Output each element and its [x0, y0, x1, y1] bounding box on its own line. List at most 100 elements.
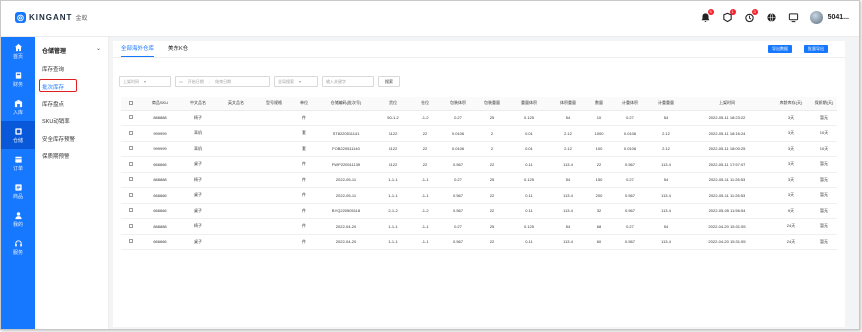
time-type-select[interactable]: 上架时间 ▾ [119, 76, 171, 87]
table-cell: 0.11 [509, 187, 549, 204]
submenu-item-stock-count[interactable]: 库存盘点 [42, 100, 64, 108]
table-cell [217, 156, 255, 173]
main-nav-rail: 首页 财务 入库 仓储 订单 商品 我的 服务 [1, 37, 35, 329]
globe-icon[interactable] [766, 12, 777, 23]
message-icon[interactable]: 1 [722, 9, 736, 23]
nav-user[interactable]: 我的 [1, 205, 35, 233]
tab-all-warehouses[interactable]: 全部海外仓库 [121, 41, 155, 57]
table-row[interactable]: 666666 桌子件 FWP220511139 1122 22 0.567 22 0.11 11… [121, 156, 837, 173]
export-data-button[interactable]: 导出数据 [768, 45, 792, 53]
batch-export-button[interactable]: 批量导出 [804, 45, 828, 53]
row-checkbox[interactable] [121, 110, 141, 126]
task-icon[interactable]: 3 [744, 9, 758, 23]
date-range-picker[interactable]: ▭ 开始日期 - 结束日期 [175, 76, 270, 87]
chevron-down-icon: ▾ [299, 79, 302, 84]
headset-icon [14, 239, 22, 246]
submenu-item-shelf-life[interactable]: 保质期预警 [42, 152, 70, 160]
select-all-checkbox[interactable] [121, 97, 141, 111]
row-checkbox[interactable] [121, 156, 141, 173]
table-cell [255, 172, 293, 188]
table-cell [315, 110, 377, 126]
table-cell: 3天 [771, 156, 811, 173]
row-checkbox[interactable] [121, 187, 141, 204]
nav-service-label: 服务 [12, 249, 23, 256]
table-row[interactable]: 666666 桌子件 2022-04-20 1-1-1 -1-1 0.567 22 0.11 1… [121, 234, 837, 250]
table-cell: 54 [649, 218, 683, 235]
table-cell: 2 [475, 141, 509, 157]
column-header: 单位 [293, 97, 315, 111]
table-header-row: 商品SKU 中文品名 英文品名 型号规格 单位 仓储编码(批次号) 货位 仓位 … [121, 97, 837, 111]
table-cell: 2022-04-20 15:31:55 [683, 234, 771, 250]
search-scope-select[interactable]: 全局搜索 ▾ [274, 76, 318, 87]
row-checkbox[interactable] [121, 218, 141, 235]
table-cell: 1122 [377, 156, 409, 173]
table-cell [217, 110, 255, 126]
monitor-icon[interactable] [788, 12, 799, 23]
bell-icon[interactable]: 5 [700, 9, 714, 23]
nav-home[interactable]: 首页 [1, 37, 35, 65]
tabs-divider [113, 57, 845, 58]
submenu-item-safety-stock[interactable]: 安全库存预警 [42, 135, 75, 143]
column-header: 包装体积 [441, 97, 475, 111]
search-input[interactable]: 输入关键字 [322, 76, 374, 87]
avatar[interactable] [809, 11, 823, 24]
submenu-title[interactable]: 仓储管理 [42, 46, 66, 55]
table-cell: BYQ220505118 [315, 203, 377, 219]
table-row[interactable]: 666666 桌子件 2022-05-11 1-1-1 -1-1 0.567 22 0.11 1… [121, 187, 837, 204]
table-row[interactable]: 888888 椅子件 2022-04-20 1-1-1 -1-1 0.27 25 0.125 5… [121, 218, 837, 235]
table-row[interactable]: 999999 耳机套 FOB220511140 1122 22 0.0106 2 0.01 2.… [121, 141, 837, 157]
table-cell: 桌子 [179, 203, 217, 219]
submenu-item-sku-sell-through[interactable]: SKU动销率 [42, 117, 70, 125]
table-cell: 3天 [771, 187, 811, 204]
nav-inbound[interactable]: 入库 [1, 93, 35, 121]
table-cell: 10 [587, 110, 611, 126]
batch-stock-table: 商品SKU 中文品名 英文品名 型号规格 单位 仓储编码(批次号) 货位 仓位 … [121, 97, 837, 250]
chevron-down-icon[interactable]: ⌄ [96, 45, 101, 52]
row-checkbox[interactable] [121, 203, 141, 219]
table-cell: 0.567 [611, 234, 649, 250]
table-cell [255, 125, 293, 142]
table-cell: 椅子 [179, 110, 217, 126]
nav-finance[interactable]: 财务 [1, 65, 35, 93]
search-button[interactable]: 搜索 [378, 76, 400, 87]
table-cell: 25 [475, 218, 509, 235]
table-cell: 0.0106 [611, 141, 649, 157]
row-checkbox[interactable] [121, 125, 141, 142]
table-cell: 2022-05-11 18:00:25 [683, 141, 771, 157]
row-checkbox[interactable] [121, 234, 141, 250]
column-header: 商品SKU [141, 97, 179, 111]
username[interactable]: 5041... [828, 14, 849, 21]
table-row[interactable]: 666666 桌子件 BYQ220505118 2-1-2 -1-2 0.567 22 0.1… [121, 203, 837, 219]
table-cell [217, 172, 255, 188]
search-placeholder: 输入关键字 [326, 78, 346, 84]
table-cell: 113.4 [649, 203, 683, 219]
table-cell: 3天 [771, 125, 811, 142]
row-checkbox[interactable] [121, 141, 141, 157]
nav-warehouse[interactable]: 仓储 [1, 121, 35, 149]
table-cell: 1-1-1 [377, 187, 409, 204]
table-cell: FWP220511139 [315, 156, 377, 173]
table-cell: 暂无 [811, 156, 837, 173]
submenu-item-batch-stock[interactable]: 批次库存 [42, 83, 64, 91]
table-row[interactable]: 888888 椅子件 2022-05-11 1-1-1 -1-1 0.27 25 0.125 5… [121, 172, 837, 188]
home-icon [14, 43, 22, 51]
table-cell: 0.11 [509, 203, 549, 219]
nav-home-label: 首页 [12, 53, 23, 60]
submenu-item-stock-query[interactable]: 库存查询 [42, 65, 64, 73]
nav-order[interactable]: 订单 [1, 149, 35, 177]
column-header: 库龄库存(天) [771, 97, 811, 111]
table-row[interactable]: 999999 耳机套 ST8220511141 1122 22 0.0106 2 0.01 2.… [121, 125, 837, 142]
tab-us-east-k[interactable]: 美东K仓 [168, 41, 188, 57]
logo[interactable]: ◎ KINGANT 金蚁 [15, 12, 87, 23]
column-header: 计重体积 [611, 97, 649, 111]
logo-mark-icon: ◎ [15, 12, 26, 23]
table-cell: 0.27 [611, 172, 649, 188]
table-row[interactable]: 888888 椅子件 50-1-2 -1-2 0.27 25 0.125 54 10 0.27 54… [121, 110, 837, 126]
nav-product[interactable]: 商品 [1, 177, 35, 205]
table-cell: 1122 [377, 125, 409, 142]
row-checkbox[interactable] [121, 172, 141, 188]
table-cell: 24天 [771, 218, 811, 235]
nav-service[interactable]: 服务 [1, 233, 35, 261]
table-cell: 0.567 [441, 234, 475, 250]
table-cell: 0.567 [611, 187, 649, 204]
